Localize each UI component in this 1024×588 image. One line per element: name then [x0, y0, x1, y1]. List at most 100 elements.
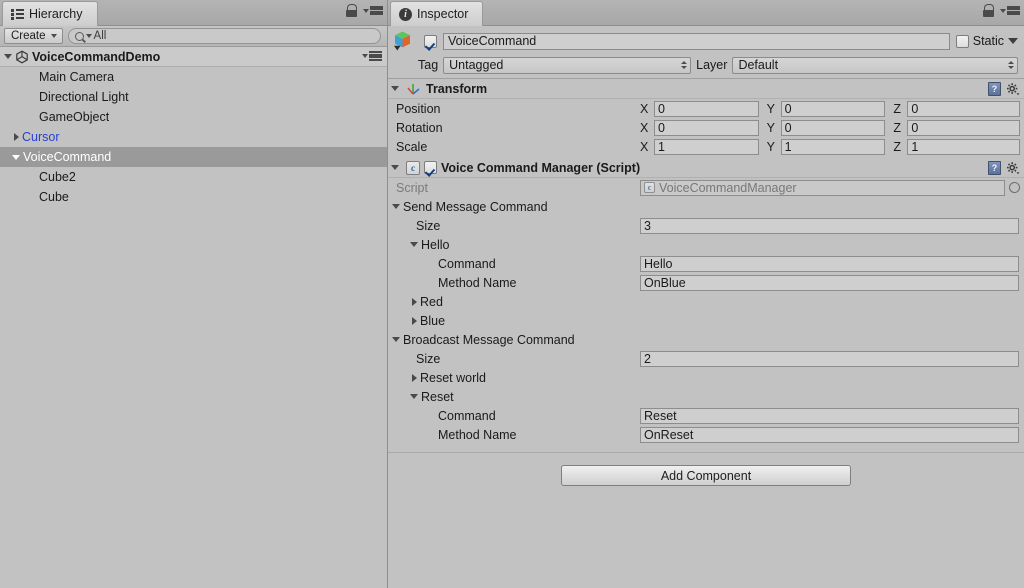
hierarchy-tabbar: Hierarchy — [0, 0, 387, 26]
search-filter-chevron-down-icon[interactable] — [85, 34, 92, 38]
foldout: Red — [388, 295, 443, 309]
chevron-right-icon[interactable] — [412, 297, 417, 306]
script-array-sections: Send Message Command Size 3 Hello Command Hel… — [388, 197, 1024, 444]
hierarchy-toolbar: Create All — [0, 26, 387, 47]
script-enabled-checkbox[interactable] — [424, 161, 437, 174]
transform-expand-chevron-down-icon[interactable] — [391, 86, 399, 91]
transform-scale-z-input[interactable]: 1 — [907, 138, 1021, 155]
vector-component-y: Y0 — [767, 100, 894, 117]
hierarchy-item-label: Cursor — [22, 130, 60, 144]
hierarchy-item-directional-light[interactable]: Directional Light — [0, 87, 387, 107]
hierarchy-item-cube2[interactable]: Cube2 — [0, 167, 387, 187]
field-value: 1 — [911, 139, 919, 154]
hierarchy-tree: VoiceCommandDemo Main Camera Directional … — [0, 47, 387, 207]
info-icon: i — [399, 7, 412, 21]
hierarchy-item-main-camera[interactable]: Main Camera — [0, 67, 387, 87]
chevron-down-icon[interactable] — [410, 394, 418, 399]
vector-component-x: X1 — [640, 138, 767, 155]
script-component-header[interactable]: c Voice Command Manager (Script) ? — [388, 158, 1024, 178]
gear-icon[interactable] — [1006, 161, 1020, 175]
help-book-icon[interactable]: ? — [988, 161, 1001, 175]
transform-axis-icon — [406, 81, 422, 96]
send_message_command-entry-2-foldout-row[interactable]: Blue — [388, 311, 1024, 330]
add-component-button[interactable]: Add Component — [561, 465, 851, 486]
field-value: 1 — [784, 139, 792, 154]
expand-chevron-right-icon[interactable] — [14, 133, 19, 141]
send_message_command-size-input[interactable]: 3 — [640, 217, 1019, 234]
transform-row-position: Position X 0 Y 0 Z 0 — [388, 99, 1024, 118]
tab-hierarchy[interactable]: Hierarchy — [2, 1, 98, 26]
send_message_command-entry-1-foldout-row[interactable]: Red — [388, 292, 1024, 311]
lock-icon[interactable] — [346, 4, 357, 17]
transform-position-x-input[interactable]: 0 — [654, 100, 759, 117]
chevron-down-icon[interactable] — [392, 337, 400, 342]
layer-dropdown[interactable]: Default — [732, 56, 1018, 74]
field-value: Reset — [644, 408, 677, 423]
chevron-right-icon[interactable] — [412, 316, 417, 325]
broadcast_message_command-entry-0-foldout-row[interactable]: Reset world — [388, 368, 1024, 387]
broadcast_message_command-entry-1-command-input[interactable]: Reset — [640, 407, 1019, 424]
search-input[interactable]: All — [67, 28, 381, 44]
field-value: 2 — [644, 351, 651, 366]
expand-chevron-down-icon[interactable] — [12, 154, 20, 160]
transform-position-y-input[interactable]: 0 — [780, 100, 886, 117]
tab-inspector[interactable]: i Inspector — [390, 1, 484, 26]
gear-icon[interactable] — [1006, 82, 1020, 96]
vector3-field-group: X0Y0Z0 — [640, 100, 1024, 117]
transform-position-z-input[interactable]: 0 — [907, 100, 1021, 117]
panel-menu-icon[interactable] — [1000, 5, 1020, 16]
transform-rotation-z-input[interactable]: 0 — [907, 119, 1021, 136]
help-book-icon[interactable]: ? — [988, 82, 1001, 96]
tag-dropdown[interactable]: Untagged — [443, 56, 692, 74]
scene-expand-chevron-down-icon[interactable] — [4, 54, 12, 59]
static-checkbox[interactable] — [955, 34, 969, 48]
send_message_command-entry-0-method-name-label: Method Name — [438, 275, 517, 290]
static-dropdown-chevron-down-icon[interactable] — [1008, 38, 1018, 44]
vector-component-x: X0 — [640, 100, 767, 117]
chevron-down-icon — [50, 34, 57, 38]
vector-component-z: Z1 — [893, 138, 1021, 155]
script-field-text: VoiceCommandManager — [659, 180, 797, 195]
hierarchy-item-cursor[interactable]: Cursor — [0, 127, 387, 147]
create-button[interactable]: Create — [4, 28, 63, 44]
transform-rotation-y-input[interactable]: 0 — [780, 119, 886, 136]
broadcast_message_command-entry-1-method-name-input[interactable]: OnReset — [640, 426, 1019, 443]
panel-menu-icon[interactable] — [363, 5, 383, 16]
layer-label: Layer — [696, 58, 728, 72]
script-component-tools: ? — [988, 161, 1020, 175]
transform-scale-y-input[interactable]: 1 — [780, 138, 886, 155]
transform-rotation-x-input[interactable]: 0 — [654, 119, 759, 136]
send_message_command-foldout-row[interactable]: Send Message Command — [388, 197, 1024, 216]
hierarchy-scene-row[interactable]: VoiceCommandDemo — [0, 47, 387, 67]
send_message_command-entry-0-foldout-row[interactable]: Hello — [388, 235, 1024, 254]
script-reference-row: Script c VoiceCommandManager — [388, 178, 1024, 197]
chevron-right-icon[interactable] — [412, 373, 417, 382]
broadcast_message_command-entry-1-foldout-row[interactable]: Reset — [388, 387, 1024, 406]
chevron-down-icon[interactable] — [392, 204, 400, 209]
script-object-picker-icon[interactable] — [1009, 182, 1020, 193]
send_message_command-entry-0-command-label: Command — [438, 256, 496, 271]
field-value: 0 — [658, 120, 665, 135]
broadcast_message_command-size-input[interactable]: 2 — [640, 350, 1019, 367]
gameobject-name-field[interactable]: VoiceCommand — [443, 32, 950, 50]
script-field-value[interactable]: c VoiceCommandManager — [640, 179, 1005, 196]
hierarchy-item-voicecommand[interactable]: VoiceCommand — [0, 147, 387, 167]
broadcast_message_command-foldout-row[interactable]: Broadcast Message Command — [388, 330, 1024, 349]
transform-component-header[interactable]: Transform ? — [388, 79, 1024, 99]
add-component-button-label: Add Component — [660, 468, 752, 483]
csharp-script-icon: c — [406, 160, 420, 175]
axis-label-x: X — [640, 139, 649, 154]
gameobject-enabled-checkbox[interactable] — [424, 34, 437, 48]
broadcast_message_command-entry-1-method-name-label: Method Name — [438, 427, 517, 442]
hierarchy-item-gameobject[interactable]: GameObject — [0, 107, 387, 127]
hierarchy-item-cube[interactable]: Cube — [0, 187, 387, 207]
add-component-area: Add Component — [388, 453, 1024, 486]
scene-row-menu-icon[interactable] — [362, 51, 382, 61]
script-expand-chevron-down-icon[interactable] — [391, 165, 399, 170]
chevron-down-icon[interactable] — [410, 242, 418, 247]
send_message_command-entry-0-command-input[interactable]: Hello — [640, 255, 1019, 272]
lock-icon[interactable] — [983, 4, 994, 17]
transform-scale-x-input[interactable]: 1 — [654, 138, 759, 155]
send_message_command-entry-0-method-name-input[interactable]: OnBlue — [640, 274, 1019, 291]
transform-row-label: Position — [396, 101, 441, 116]
